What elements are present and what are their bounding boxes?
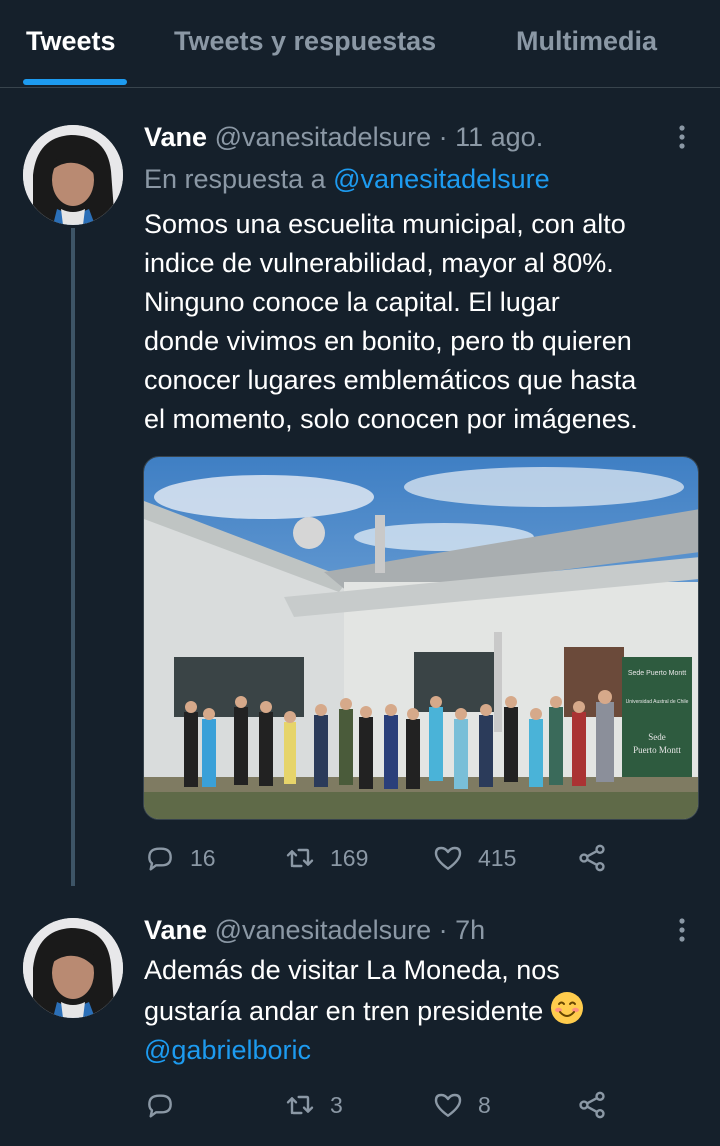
tweet-text-line: Ninguno conoce la capital. El lugar [144, 287, 560, 317]
tweet-header: Vane @vanesitadelsure · 11 ago. [144, 122, 543, 153]
mention-link[interactable]: @gabrielboric [144, 1031, 585, 1070]
thread-connector [71, 228, 75, 886]
tweet-photo[interactable]: Sede Puerto Montt Universidad Austral de… [143, 456, 699, 820]
avatar[interactable] [23, 125, 123, 225]
tweet-time[interactable]: 7h [455, 915, 485, 945]
separator-dot: · [438, 122, 448, 152]
tweet-text-line: donde vivimos en bonito, pero tb quieren [144, 326, 632, 356]
tweet-text: Somos una escuelita municipal, con alto … [144, 205, 638, 439]
like-button[interactable]: 8 [432, 1085, 491, 1125]
tab-tweets-and-replies[interactable]: Tweets y respuestas [174, 26, 436, 57]
tweet-text: Además de visitar La Moneda, nos gustarí… [144, 951, 585, 1070]
sign-org-text: Universidad Austral de Chile [626, 699, 689, 705]
share-icon [579, 1091, 605, 1119]
display-name[interactable]: Vane [144, 122, 207, 152]
profile-tabs: Tweets Tweets y respuestas Multimedia [0, 0, 720, 88]
reply-count: 16 [190, 844, 216, 871]
reply-mention-link[interactable]: @vanesitadelsure [333, 164, 550, 194]
tab-tweets[interactable]: Tweets [26, 26, 116, 57]
reply-icon [148, 1094, 172, 1118]
tweet-text-line: Somos una escuelita municipal, con alto [144, 209, 626, 239]
tweet-actions: 3 8 [144, 1085, 624, 1125]
avatar[interactable] [23, 918, 123, 1018]
reply-prefix: En respuesta a [144, 164, 326, 194]
separator-dot: · [438, 915, 448, 945]
reply-button[interactable] [144, 1085, 190, 1125]
tweet-time[interactable]: 11 ago. [455, 122, 543, 152]
share-icon [579, 844, 605, 872]
reply-button[interactable]: 16 [144, 838, 216, 878]
sign-main-text-2: Puerto Montt [633, 745, 681, 755]
sign-main-text-1: Sede [648, 732, 666, 742]
tweet-text-segment: gustaría andar en tren presidente [144, 996, 544, 1026]
active-tab-indicator [23, 79, 127, 85]
heart-icon [434, 846, 462, 870]
display-name[interactable]: Vane [144, 915, 207, 945]
retweet-icon [286, 1095, 314, 1115]
tweet-text-line: el momento, solo conocen por imágenes. [144, 404, 638, 434]
retweet-count: 3 [330, 1091, 343, 1118]
more-vertical-icon[interactable] [670, 122, 694, 156]
retweet-button[interactable]: 169 [284, 838, 368, 878]
tweet-actions: 16 169 415 [144, 838, 624, 878]
tweet-text-line: conocer lugares emblemáticos que hasta [144, 365, 637, 395]
retweet-icon [286, 848, 314, 868]
share-button[interactable] [576, 1085, 608, 1125]
like-count: 415 [478, 844, 517, 871]
tweet-text-line: indice de vulnerabilidad, mayor al 80%. [144, 248, 614, 278]
user-handle[interactable]: @vanesitadelsure [215, 915, 432, 945]
tweet-header: Vane @vanesitadelsure · 7h [144, 915, 485, 946]
more-vertical-icon[interactable] [670, 915, 694, 949]
retweet-button[interactable]: 3 [284, 1085, 343, 1125]
sign-top-text: Sede Puerto Montt [628, 670, 686, 677]
reply-context: En respuesta a @vanesitadelsure [144, 164, 550, 195]
tweet-text-line: gustaría andar en tren presidente [144, 990, 585, 1031]
user-handle[interactable]: @vanesitadelsure [215, 122, 432, 152]
reply-icon [148, 847, 172, 871]
share-button[interactable] [576, 838, 608, 878]
heart-icon [434, 1093, 462, 1117]
retweet-count: 169 [330, 844, 369, 871]
like-count: 8 [478, 1091, 491, 1118]
smiling-face-emoji-icon [551, 992, 584, 1024]
tweet-text-line: Además de visitar La Moneda, nos [144, 955, 560, 985]
tab-media[interactable]: Multimedia [516, 26, 657, 57]
like-button[interactable]: 415 [432, 838, 516, 878]
